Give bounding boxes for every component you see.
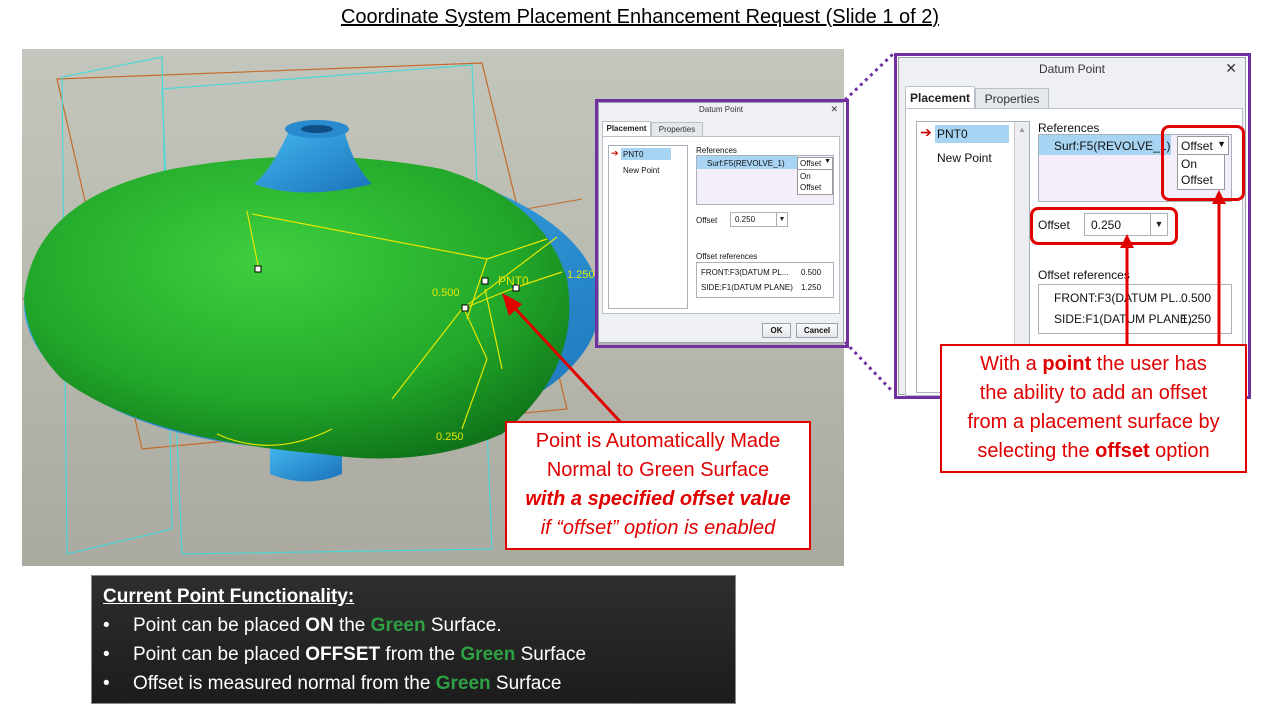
offset-references-label: Offset references — [1038, 268, 1130, 282]
bullet: • — [103, 673, 110, 694]
list-item-pnt0[interactable]: PNT0 — [937, 127, 968, 141]
close-icon[interactable]: ✕ — [830, 104, 838, 115]
references-box[interactable]: Surf:F5(REVOLVE_1) Offset ▼ On Offset — [696, 155, 834, 205]
current-point-functionality-box: Current Point Functionality: • Point can… — [91, 575, 736, 704]
dimension-0500[interactable]: 0.500 — [432, 287, 460, 299]
offset-ref-name: SIDE:F1(DATUM PLANE) — [1054, 312, 1192, 326]
highlight-dropdown — [1161, 125, 1245, 201]
chevron-down-icon: ▼ — [824, 158, 831, 165]
ok-button[interactable]: OK — [762, 323, 791, 338]
info-heading: Current Point Functionality: — [103, 586, 355, 607]
list-item-new-point[interactable]: New Point — [623, 166, 659, 175]
callout-normal-to-surface: Point is Automatically Made Normal to Gr… — [505, 421, 811, 550]
list-item-new-point[interactable]: New Point — [937, 151, 992, 165]
offset-ref-name: FRONT:F3(DATUM PL... — [1054, 291, 1186, 305]
offset-references-table: FRONT:F3(DATUM PL... 0.500 SIDE:F1(DATUM… — [1038, 284, 1232, 334]
offset-input[interactable]: 0.250 ▼ — [730, 212, 788, 227]
tab-properties[interactable]: Properties — [651, 122, 703, 136]
tab-placement[interactable]: Placement — [905, 86, 975, 109]
arrow-icon: ➔ — [611, 148, 619, 158]
green-surface — [24, 156, 570, 459]
offset-references-table: FRONT:F3(DATUM PL... 0.500 SIDE:F1(DATUM… — [696, 262, 834, 298]
offset-ref-value[interactable]: 1.250 — [1181, 312, 1211, 326]
bullet: • — [103, 644, 110, 665]
point-list: ➔ PNT0 New Point — [608, 145, 688, 309]
ref-type-options: On Offset — [797, 169, 833, 195]
offset-ref-value[interactable]: 1.250 — [801, 283, 821, 292]
option-offset[interactable]: Offset — [800, 183, 821, 192]
dialog-title: Datum Point — [1038, 62, 1106, 76]
list-item-pnt0[interactable]: PNT0 — [623, 150, 643, 159]
placement-panel: ➔ PNT0 New Point References Surf:F5(REVO… — [602, 136, 840, 314]
dimension-0250[interactable]: 0.250 — [436, 431, 464, 443]
offset-ref-value[interactable]: 0.500 — [801, 268, 821, 277]
dialog-title: Datum Point — [698, 105, 744, 114]
option-on[interactable]: On — [800, 172, 811, 181]
reference-item[interactable]: Surf:F5(REVOLVE_1) — [707, 159, 785, 168]
offset-ref-name: FRONT:F3(DATUM PL... — [701, 268, 789, 277]
dimension-1250[interactable]: 1.250 — [567, 269, 595, 281]
offset-label: Offset — [696, 216, 718, 225]
offset-references-label: Offset references — [696, 252, 758, 261]
pnt0-label[interactable]: PNT0 — [498, 274, 529, 288]
references-label: References — [1038, 121, 1100, 135]
info-line-1: Point can be placed ON the Green Surface… — [133, 615, 502, 636]
tab-placement[interactable]: Placement — [602, 121, 651, 136]
references-label: References — [696, 146, 737, 155]
highlight-offset-field — [1030, 207, 1178, 245]
info-line-3: Offset is measured normal from the Green… — [133, 673, 562, 694]
small-datum-point-dialog: Datum Point ✕ Placement Properties ➔ PNT… — [598, 102, 844, 343]
callout-offset-option: With a point the user has the ability to… — [940, 344, 1247, 473]
chevron-down-icon[interactable]: ▼ — [776, 213, 787, 226]
tab-properties[interactable]: Properties — [975, 88, 1049, 109]
reference-item[interactable]: Surf:F5(REVOLVE_1) — [1054, 139, 1170, 153]
info-line-2: Point can be placed OFFSET from the Gree… — [133, 644, 587, 665]
slide-title: Coordinate System Placement Enhancement … — [340, 6, 940, 28]
offset-ref-name: SIDE:F1(DATUM PLANE) — [701, 283, 793, 292]
close-icon[interactable]: ✕ — [1225, 60, 1237, 77]
cancel-button[interactable]: Cancel — [796, 323, 838, 338]
offset-ref-value[interactable]: 0.500 — [1181, 291, 1211, 305]
arrow-icon: ➔ — [920, 124, 932, 140]
bullet: • — [103, 615, 110, 636]
